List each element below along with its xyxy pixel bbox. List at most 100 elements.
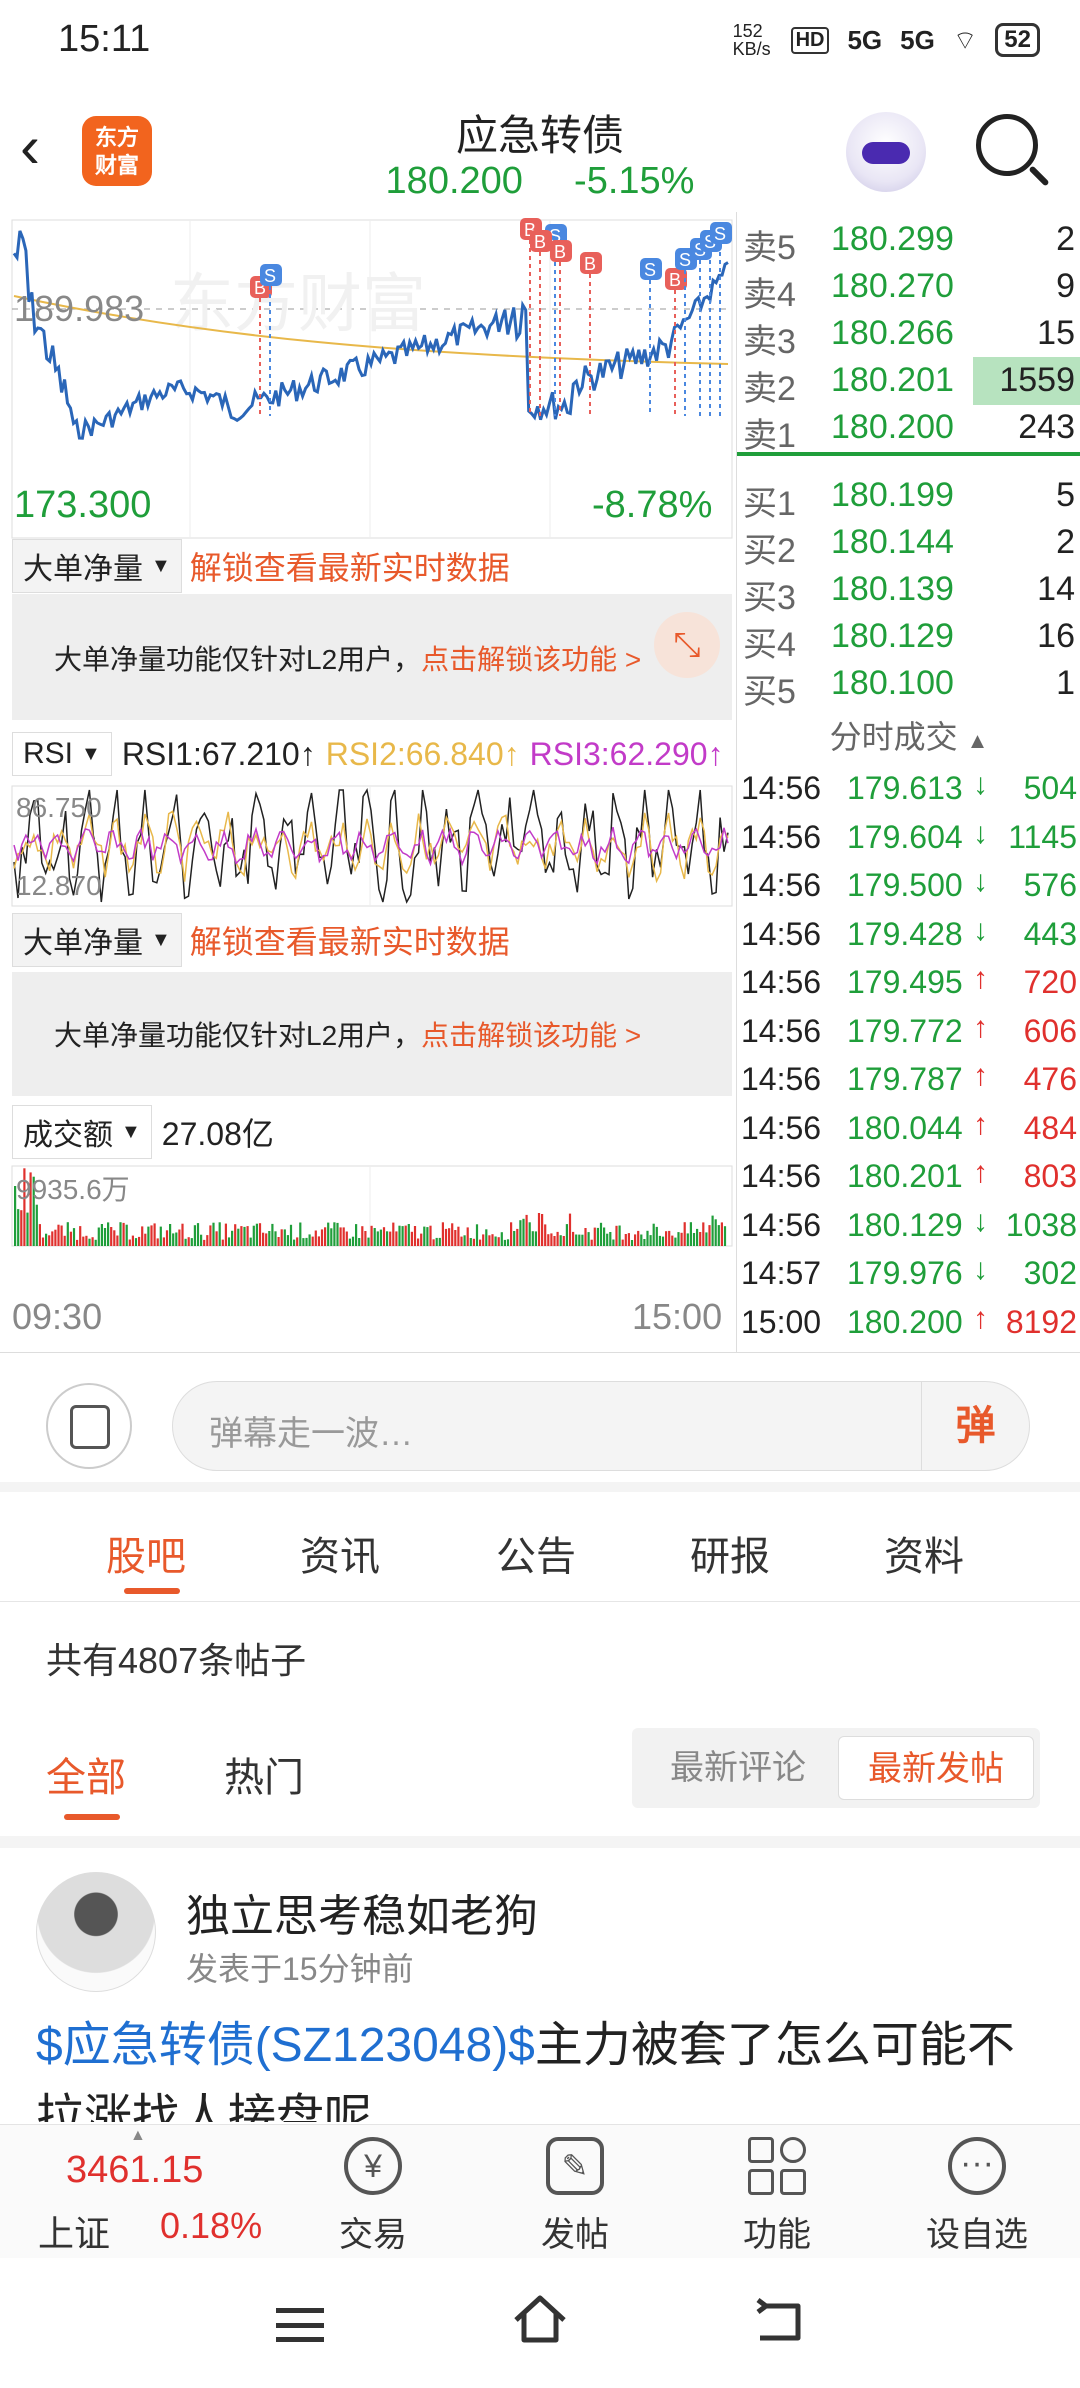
volume-bar bbox=[674, 1237, 677, 1246]
volume-bar bbox=[426, 1227, 429, 1246]
post-body[interactable]: $应急转债(SZ123048)$主力被套了怎么可能不拉涨找人接盘呢 bbox=[36, 2010, 1046, 2122]
danmaku-send-button[interactable]: 弹 bbox=[921, 1382, 1029, 1470]
volume-bar bbox=[190, 1238, 193, 1246]
subtab-hot[interactable]: 热门 bbox=[224, 1745, 304, 1803]
rsi-bottom-label: 12.870 bbox=[16, 870, 102, 901]
back-nav-icon[interactable] bbox=[752, 2298, 806, 2346]
danmaku-input[interactable]: 弹幕走一波… 弹 bbox=[172, 1381, 1030, 1471]
sort-latest-comment[interactable]: 最新评论 bbox=[640, 1736, 836, 1800]
search-icon[interactable] bbox=[976, 114, 1038, 176]
nav-watchlist[interactable]: ··· 设自选 bbox=[912, 2137, 1042, 2256]
tick-volume: 443 bbox=[1023, 915, 1077, 952]
nav-trade[interactable]: ¥ 交易 bbox=[308, 2137, 438, 2256]
tab-announcements[interactable]: 公告 bbox=[496, 1524, 576, 1582]
ask-row[interactable]: 卖4 180.270 9 bbox=[737, 263, 1080, 314]
unlock-link-2[interactable]: 解锁查看最新实时数据 bbox=[190, 917, 510, 963]
bid-row[interactable]: 买5 180.100 1 bbox=[737, 660, 1080, 711]
rsi3-value: RSI3:62.290↑ bbox=[529, 735, 724, 772]
index-value[interactable]: 3461.15 bbox=[66, 2149, 203, 2192]
bid-row[interactable]: 买1 180.199 5 bbox=[737, 472, 1080, 523]
post-stock-link[interactable]: $应急转债(SZ123048)$ bbox=[36, 2019, 535, 2072]
volume-bar bbox=[475, 1224, 479, 1246]
tick-time: 14:56 bbox=[741, 1158, 822, 1194]
section-divider bbox=[0, 1836, 1080, 1848]
assistant-robot-icon[interactable] bbox=[846, 112, 926, 192]
unlock-banner-link-2[interactable]: 点击解锁该功能 > bbox=[421, 1020, 641, 1051]
bid-volume: 16 bbox=[1037, 617, 1075, 655]
volume-bar bbox=[460, 1236, 463, 1246]
bid-row[interactable]: 买2 180.144 2 bbox=[737, 519, 1080, 570]
l2-unlock-banner-1[interactable]: 大单净量功能仅针对L2用户，点击解锁该功能 > ⤡ bbox=[12, 594, 732, 720]
tick-price: 179.604 bbox=[847, 818, 963, 855]
ask-label: 卖5 bbox=[743, 229, 796, 267]
sort-latest-post[interactable]: 最新发帖 bbox=[838, 1736, 1034, 1800]
volume-bar bbox=[165, 1230, 169, 1246]
volume-bar bbox=[491, 1234, 494, 1246]
ask-row[interactable]: 卖5 180.299 2 bbox=[737, 216, 1080, 267]
signal-5g-2: 5G bbox=[900, 24, 935, 55]
l2-unlock-banner-2[interactable]: 大单净量功能仅针对L2用户，点击解锁该功能 > bbox=[12, 972, 732, 1096]
nav-functions[interactable]: 功能 bbox=[712, 2137, 842, 2256]
ask-row[interactable]: 卖2 180.201 1559 bbox=[737, 357, 1080, 408]
volume-bar bbox=[258, 1223, 262, 1246]
rsi-select[interactable]: RSI ▼ bbox=[12, 732, 112, 776]
indicator-select-2[interactable]: 大单净量 ▼ bbox=[12, 913, 182, 967]
volume-bar bbox=[609, 1232, 612, 1246]
rsi1-value: RSI1:67.210↑ bbox=[121, 735, 316, 772]
volume-bar bbox=[119, 1222, 122, 1246]
volume-select[interactable]: 成交额 ▼ bbox=[12, 1105, 152, 1159]
tab-bar: 股吧 资讯 公告 研报 资料 bbox=[0, 1502, 1080, 1602]
volume-bar bbox=[537, 1213, 541, 1246]
tab-guba[interactable]: 股吧 bbox=[106, 1524, 186, 1582]
danmaku-settings-icon[interactable] bbox=[46, 1383, 132, 1469]
unlock-link-1[interactable]: 解锁查看最新实时数据 bbox=[190, 543, 510, 589]
tab-profile[interactable]: 资料 bbox=[884, 1524, 964, 1582]
volume-bar bbox=[320, 1229, 324, 1246]
volume-bar bbox=[330, 1228, 333, 1246]
volume-bar bbox=[144, 1233, 147, 1246]
volume-bar bbox=[243, 1226, 246, 1246]
status-icons: 152 KB/s HD 5G 5G ⌔ 52 bbox=[733, 22, 1040, 58]
svg-text:S: S bbox=[679, 250, 691, 270]
unlock-banner-link-1[interactable]: 点击解锁该功能 > bbox=[421, 644, 641, 675]
ask-row[interactable]: 卖3 180.266 15 bbox=[737, 310, 1080, 361]
svg-text:S: S bbox=[714, 224, 726, 244]
bid-price: 180.100 bbox=[831, 664, 954, 702]
ticks-header[interactable]: 分时成交 ▲ bbox=[737, 712, 1080, 762]
volume-bar bbox=[97, 1227, 100, 1246]
volume-bar bbox=[82, 1236, 85, 1246]
volume-bar bbox=[237, 1228, 240, 1246]
edit-icon: ✎ bbox=[546, 2137, 604, 2195]
volume-bar bbox=[231, 1230, 234, 1246]
tick-volume: 484 bbox=[1023, 1109, 1077, 1146]
subtab-all[interactable]: 全部 bbox=[46, 1745, 126, 1803]
post-author[interactable]: 独立思考稳如老狗 bbox=[186, 1880, 538, 1944]
tick-time: 14:57 bbox=[741, 1255, 822, 1291]
tick-price: 179.613 bbox=[847, 770, 963, 806]
ask-row[interactable]: 卖1 180.200 243 bbox=[737, 404, 1080, 455]
tab-research[interactable]: 研报 bbox=[690, 1524, 770, 1582]
volume-bar bbox=[531, 1231, 534, 1246]
volume-total: 27.08亿 bbox=[161, 1116, 274, 1152]
volume-bar bbox=[432, 1239, 435, 1246]
chevron-down-icon: ▼ bbox=[151, 554, 171, 577]
tick-direction-icon: ↓ bbox=[973, 1253, 988, 1286]
home-icon[interactable] bbox=[510, 2292, 570, 2346]
nav-post[interactable]: ✎ 发帖 bbox=[510, 2137, 640, 2256]
bid-row[interactable]: 买3 180.139 14 bbox=[737, 566, 1080, 617]
tick-row: 14:56 180.201 ↑ 803 bbox=[737, 1152, 1080, 1200]
bid-row[interactable]: 买4 180.129 16 bbox=[737, 613, 1080, 664]
tick-price: 180.200 bbox=[847, 1303, 963, 1340]
tick-price: 179.787 bbox=[847, 1061, 963, 1097]
avatar[interactable] bbox=[36, 1872, 156, 1992]
volume-bar bbox=[469, 1238, 472, 1246]
volume-bar bbox=[336, 1222, 339, 1246]
tab-news[interactable]: 资讯 bbox=[300, 1524, 380, 1582]
indicator-select-1[interactable]: 大单净量 ▼ bbox=[12, 539, 182, 593]
volume-bar bbox=[193, 1225, 196, 1246]
expand-icon[interactable]: ⤡ bbox=[654, 612, 720, 678]
tick-volume: 302 bbox=[1023, 1255, 1077, 1291]
volume-bar bbox=[429, 1225, 432, 1246]
menu-icon[interactable] bbox=[276, 2308, 324, 2342]
volume-header: 成交额 ▼ 27.08亿 bbox=[12, 1105, 274, 1159]
